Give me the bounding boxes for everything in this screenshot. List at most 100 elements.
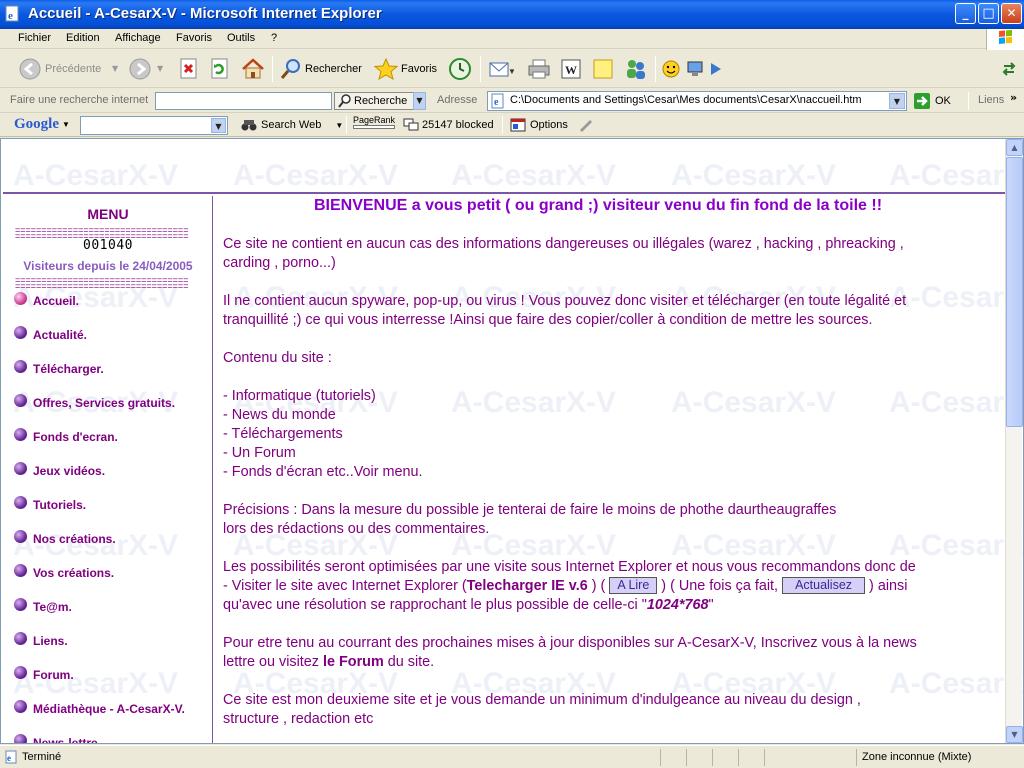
swap-arrows-icon	[1002, 62, 1016, 76]
nav-item-mediatheque[interactable]: Médiathèque - A-CesarX-V.	[14, 699, 185, 718]
nav-item-telecharger[interactable]: Télécharger.	[14, 359, 104, 378]
history-clock-icon	[449, 58, 471, 80]
go-button[interactable]: OK	[913, 92, 951, 110]
actualisez-button[interactable]: Actualisez	[782, 577, 866, 594]
edit-word-button[interactable]: W	[560, 56, 582, 82]
a-lire-button[interactable]: A Lire	[609, 577, 658, 594]
menu-title: MENU	[87, 206, 129, 222]
paragraph-text: Ce site ne contient en aucun cas des inf…	[223, 236, 904, 252]
stop-button[interactable]	[178, 56, 200, 82]
bullet-icon	[14, 427, 27, 441]
scroll-thumb[interactable]	[1006, 157, 1023, 427]
back-dropdown-icon[interactable]: ▼	[112, 64, 118, 73]
back-button[interactable]: Précédente	[18, 56, 101, 82]
monitor-button[interactable]	[686, 56, 704, 82]
pagerank-indicator[interactable]: PageRank	[353, 115, 395, 129]
menu-bar: Fichier Edition Affichage Favoris Outils…	[0, 29, 1024, 49]
menu-affichage[interactable]: Affichage	[115, 32, 161, 44]
pencil-icon	[580, 120, 592, 132]
popup-blocker-button[interactable]: 25147 blocked	[403, 118, 494, 132]
search-magnifier-icon	[338, 94, 351, 108]
svg-text:e: e	[7, 753, 11, 763]
nav-item-vos-creations[interactable]: Vos créations.	[14, 563, 114, 582]
internet-search-input[interactable]	[155, 92, 332, 110]
recherche-dropdown-icon[interactable]: ▼	[413, 92, 426, 110]
forum-link[interactable]: le Forum	[323, 654, 384, 670]
address-input[interactable]: e C:\Documents and Settings\Cesar\Mes do…	[487, 91, 907, 111]
chevron-right-icon[interactable]: »	[1010, 91, 1017, 104]
search-button[interactable]: Rechercher	[280, 56, 362, 82]
popup-blocker-icon	[403, 118, 419, 131]
bullet-icon	[14, 325, 27, 339]
options-button[interactable]: Options	[510, 118, 568, 132]
menu-fichier[interactable]: Fichier	[18, 32, 51, 44]
scroll-up-icon[interactable]: ▲	[1006, 139, 1023, 156]
print-button[interactable]	[527, 56, 551, 82]
menu-help[interactable]: ?	[271, 32, 277, 44]
printer-icon	[528, 59, 550, 79]
nav-item-news-lettre[interactable]: News-lettre.	[14, 733, 101, 743]
nav-item-jeux-videos[interactable]: Jeux vidéos.	[14, 461, 105, 480]
mail-envelope-icon: ▼	[489, 62, 514, 77]
messenger-arrow-button[interactable]	[708, 56, 724, 82]
nav-item-accueil[interactable]: Accueil.	[14, 291, 79, 310]
status-divider	[660, 749, 661, 766]
paragraph-text: lors des rédactions ou des commentaires.	[223, 521, 490, 537]
search-web-button[interactable]: Search Web ▼	[241, 118, 343, 132]
maximize-button[interactable]: □	[978, 3, 999, 24]
menu-favoris[interactable]: Favoris	[176, 32, 212, 44]
bullet-icon	[14, 699, 27, 713]
forward-arrow-icon	[129, 58, 151, 80]
scroll-down-icon[interactable]: ▼	[1006, 726, 1023, 743]
close-button[interactable]: ✕	[1001, 3, 1022, 24]
nav-item-actualite[interactable]: Actualité.	[14, 325, 87, 344]
forward-dropdown-icon[interactable]: ▼	[157, 64, 163, 73]
nav-item-liens[interactable]: Liens.	[14, 631, 68, 650]
favorites-button[interactable]: Favoris	[374, 56, 437, 82]
address-dropdown-icon[interactable]: ▼	[889, 93, 905, 109]
top-frame	[3, 141, 1006, 194]
home-icon	[242, 58, 264, 79]
google-search-input[interactable]: ▼	[80, 116, 228, 135]
contents-item: - Informatique (tutoriels)	[223, 388, 376, 404]
highlight-button[interactable]	[578, 118, 594, 132]
links-label[interactable]: Liens	[978, 94, 1004, 106]
google-menu-button[interactable]: Google ▼	[14, 116, 70, 133]
refresh-button[interactable]	[209, 56, 231, 82]
home-button[interactable]	[241, 56, 265, 82]
paragraph-text: Ce site est mon deuxieme site et je vous…	[223, 692, 861, 708]
refresh-icon	[211, 58, 228, 79]
recherche-button[interactable]: Recherche	[334, 92, 414, 110]
toolbar-separator	[655, 56, 656, 82]
mail-button[interactable]: ▼	[488, 56, 514, 82]
bullet-icon	[14, 495, 27, 509]
history-button[interactable]	[448, 56, 472, 82]
bullet-icon	[14, 631, 27, 645]
smiley-button[interactable]	[662, 56, 680, 82]
google-search-dropdown-icon[interactable]: ▼	[211, 118, 226, 133]
minimize-button[interactable]: _	[955, 3, 976, 24]
forward-button[interactable]	[128, 56, 152, 82]
menu-outils[interactable]: Outils	[227, 32, 255, 44]
status-divider	[764, 749, 765, 766]
paragraph-text: Pour etre tenu au courrant des prochaine…	[223, 635, 917, 651]
nav-item-offres[interactable]: Offres, Services gratuits.	[14, 393, 175, 412]
messenger-button[interactable]	[624, 56, 648, 82]
nav-item-forum[interactable]: Forum.	[14, 665, 74, 684]
address-label: Adresse	[437, 94, 478, 106]
paragraph-text: structure , redaction etc	[223, 711, 374, 727]
menu-edition[interactable]: Edition	[66, 32, 100, 44]
nav-item-nos-creations[interactable]: Nos créations.	[14, 529, 116, 548]
toolbar-separator	[480, 56, 481, 82]
nav-item-fonds-ecran[interactable]: Fonds d'ecran.	[14, 427, 118, 446]
download-ie-link[interactable]: Telecharger IE v.6	[467, 578, 588, 594]
ie-page-icon: e	[491, 93, 504, 109]
nav-item-team[interactable]: Te@m.	[14, 597, 72, 616]
discuss-button[interactable]	[592, 56, 614, 82]
left-menu-frame: MENU ================================= =…	[3, 196, 213, 743]
visitors-since: Visiteurs depuis le 24/04/2005	[23, 259, 193, 273]
vertical-scrollbar[interactable]: ▲ ▼	[1005, 139, 1023, 743]
paragraph-text: Il ne contient aucun spyware, pop-up, ou…	[223, 293, 907, 309]
nav-item-tutoriels[interactable]: Tutoriels.	[14, 495, 86, 514]
toolbar-extra-button[interactable]	[1002, 56, 1016, 82]
